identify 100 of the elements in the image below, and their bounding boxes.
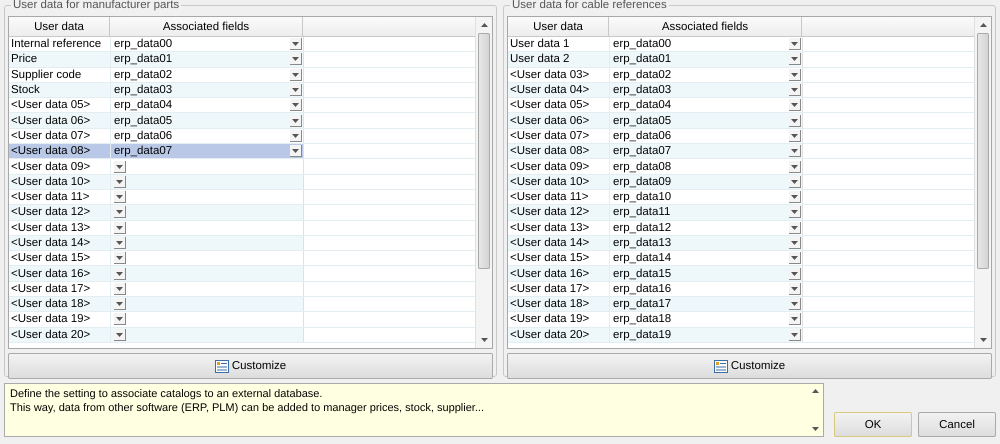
field-dropdown[interactable]: erp_data19 <box>609 328 802 342</box>
table-row[interactable]: <User data 20> <box>9 328 475 343</box>
table-row[interactable]: <User data 18> <box>9 297 475 312</box>
scrollbar[interactable] <box>974 17 991 348</box>
table-cell-text: <User data 08> <box>10 144 92 158</box>
field-dropdown[interactable]: erp_data06 <box>609 128 802 144</box>
table-cell-text: Internal reference <box>10 37 102 52</box>
field-dropdown[interactable]: erp_data10 <box>609 190 802 204</box>
table-cell-text: <User data 08> <box>509 144 590 158</box>
field-dropdown[interactable]: erp_data07 <box>609 144 802 158</box>
scroll-down-icon[interactable] <box>810 426 820 432</box>
table-cell-text: Price <box>10 52 38 67</box>
field-dropdown[interactable]: erp_data03 <box>110 82 303 98</box>
table-cell-text: <User data 15> <box>10 251 92 266</box>
table-row[interactable]: <User data 16> <box>9 266 475 282</box>
table-cell-text: <User data 19> <box>10 312 92 327</box>
scroll-down-icon[interactable] <box>978 337 988 343</box>
table-row[interactable]: <User data 10> erp_data09 <box>508 174 974 190</box>
table-row[interactable]: <User data 06> erp_data05 <box>508 113 974 129</box>
table-row[interactable]: <User data 12> erp_data11 <box>508 205 974 221</box>
field-dropdown[interactable]: erp_data05 <box>609 113 802 128</box>
table-row[interactable]: <User data 09> erp_data08 <box>508 159 974 175</box>
table-row[interactable]: <User data 14> erp_data13 <box>508 236 974 252</box>
column-header[interactable]: User data <box>508 17 609 37</box>
field-dropdown[interactable]: erp_data13 <box>609 236 802 250</box>
cancel-button[interactable]: Cancel <box>918 412 996 437</box>
table-cell-text: <User data 19> <box>509 312 590 327</box>
field-dropdown[interactable]: erp_data11 <box>609 205 802 220</box>
table-cell-text: <User data 03> <box>509 68 590 82</box>
field-dropdown[interactable]: erp_data07 <box>110 144 303 158</box>
table-row[interactable]: <User data 19> <box>9 312 475 328</box>
table-cell-text: <User data 12> <box>10 205 92 220</box>
field-dropdown[interactable]: erp_data08 <box>609 159 802 174</box>
field-dropdown[interactable]: erp_data15 <box>609 266 802 281</box>
field-dropdown[interactable]: erp_data01 <box>609 52 802 67</box>
group-title: User data for cable references <box>510 0 669 11</box>
table-row[interactable]: <User data 14> <box>9 236 475 252</box>
table-cell-text: <User data 20> <box>10 328 92 342</box>
table-row[interactable]: <User data 09> <box>9 159 475 175</box>
table-row[interactable]: <User data 08> erp_data07 <box>508 144 974 160</box>
field-dropdown[interactable]: erp_data00 <box>110 37 303 52</box>
field-dropdown[interactable]: erp_data03 <box>609 82 802 98</box>
table-row[interactable]: <User data 04> erp_data03 <box>508 82 974 98</box>
field-dropdown[interactable]: erp_data00 <box>609 37 802 52</box>
field-dropdown[interactable]: erp_data02 <box>110 68 303 82</box>
table-row[interactable]: <User data 16> erp_data15 <box>508 266 974 282</box>
column-header[interactable]: Associated fields <box>110 17 303 37</box>
customize-icon <box>714 360 728 372</box>
scroll-up-icon[interactable] <box>978 22 988 28</box>
scrollbar[interactable] <box>475 17 492 348</box>
table-cell-text: <User data 10> <box>509 174 590 189</box>
table-row[interactable]: <User data 12> <box>9 205 475 221</box>
table-row[interactable]: <User data 20> erp_data19 <box>508 328 974 343</box>
table-cell-text: <User data 15> <box>509 251 590 266</box>
field-dropdown[interactable]: erp_data09 <box>609 174 802 189</box>
customize-button[interactable]: Customize <box>8 353 493 379</box>
customize-icon <box>214 360 229 372</box>
table-cell-text: <User data 09> <box>10 160 92 174</box>
table-row[interactable]: Price erp_data01 <box>9 52 475 68</box>
table-row[interactable]: <User data 08> erp_data07 <box>9 144 475 160</box>
table-cell-text: <User data 04> <box>509 83 590 98</box>
field-dropdown[interactable]: erp_data12 <box>609 220 802 235</box>
table-cell-text: Stock <box>10 83 41 98</box>
field-dropdown[interactable]: erp_data04 <box>609 98 802 112</box>
table-row[interactable]: <User data 18> erp_data17 <box>508 297 974 312</box>
column-header[interactable]: User data <box>9 17 110 37</box>
table-row[interactable]: Supplier code erp_data02 <box>9 68 475 83</box>
table-row[interactable]: Stock erp_data03 <box>9 82 475 98</box>
field-dropdown[interactable]: erp_data02 <box>609 68 802 82</box>
table-cell-text: <User data 17> <box>10 282 92 296</box>
field-dropdown[interactable]: erp_data04 <box>110 98 303 112</box>
field-dropdown[interactable]: erp_data16 <box>609 282 802 296</box>
field-dropdown[interactable]: erp_data18 <box>609 312 802 327</box>
field-dropdown[interactable]: erp_data05 <box>110 113 303 128</box>
table-row[interactable]: <User data 13> <box>9 220 475 236</box>
table-row[interactable]: <User data 19> erp_data18 <box>508 312 974 328</box>
table-cell-text: Supplier code <box>10 68 82 82</box>
column-header[interactable]: Associated fields <box>609 17 802 37</box>
field-dropdown[interactable]: erp_data01 <box>110 52 303 67</box>
table-cell-text: <User data 20> <box>509 328 590 342</box>
table-cell-text: <User data 13> <box>509 220 590 235</box>
scroll-up-icon[interactable] <box>810 388 820 394</box>
table-row[interactable]: <User data 03> erp_data02 <box>508 68 974 83</box>
ok-button[interactable]: OK <box>834 412 912 437</box>
table-row[interactable]: <User data 06> erp_data05 <box>9 113 475 129</box>
table-cell-text: <User data 18> <box>10 297 92 312</box>
scroll-down-icon[interactable] <box>480 337 488 343</box>
table-cell-text: User data 1 <box>509 37 570 52</box>
field-dropdown[interactable]: erp_data17 <box>609 297 802 312</box>
table-row[interactable]: <User data 13> erp_data12 <box>508 220 974 236</box>
field-dropdown[interactable]: erp_data06 <box>110 128 303 144</box>
table-row[interactable]: User data 2 erp_data01 <box>508 52 974 68</box>
field-dropdown[interactable]: erp_data14 <box>609 251 802 266</box>
table-cell-text: <User data 18> <box>509 297 590 312</box>
group-title: User data for manufacturer parts <box>11 0 182 11</box>
table-cell-text: <User data 17> <box>509 282 590 296</box>
table-row[interactable]: <User data 10> <box>9 174 475 190</box>
table-cell-text: <User data 14> <box>10 236 92 250</box>
scroll-up-icon[interactable] <box>480 22 488 28</box>
customize-button[interactable]: Customize <box>507 353 992 379</box>
